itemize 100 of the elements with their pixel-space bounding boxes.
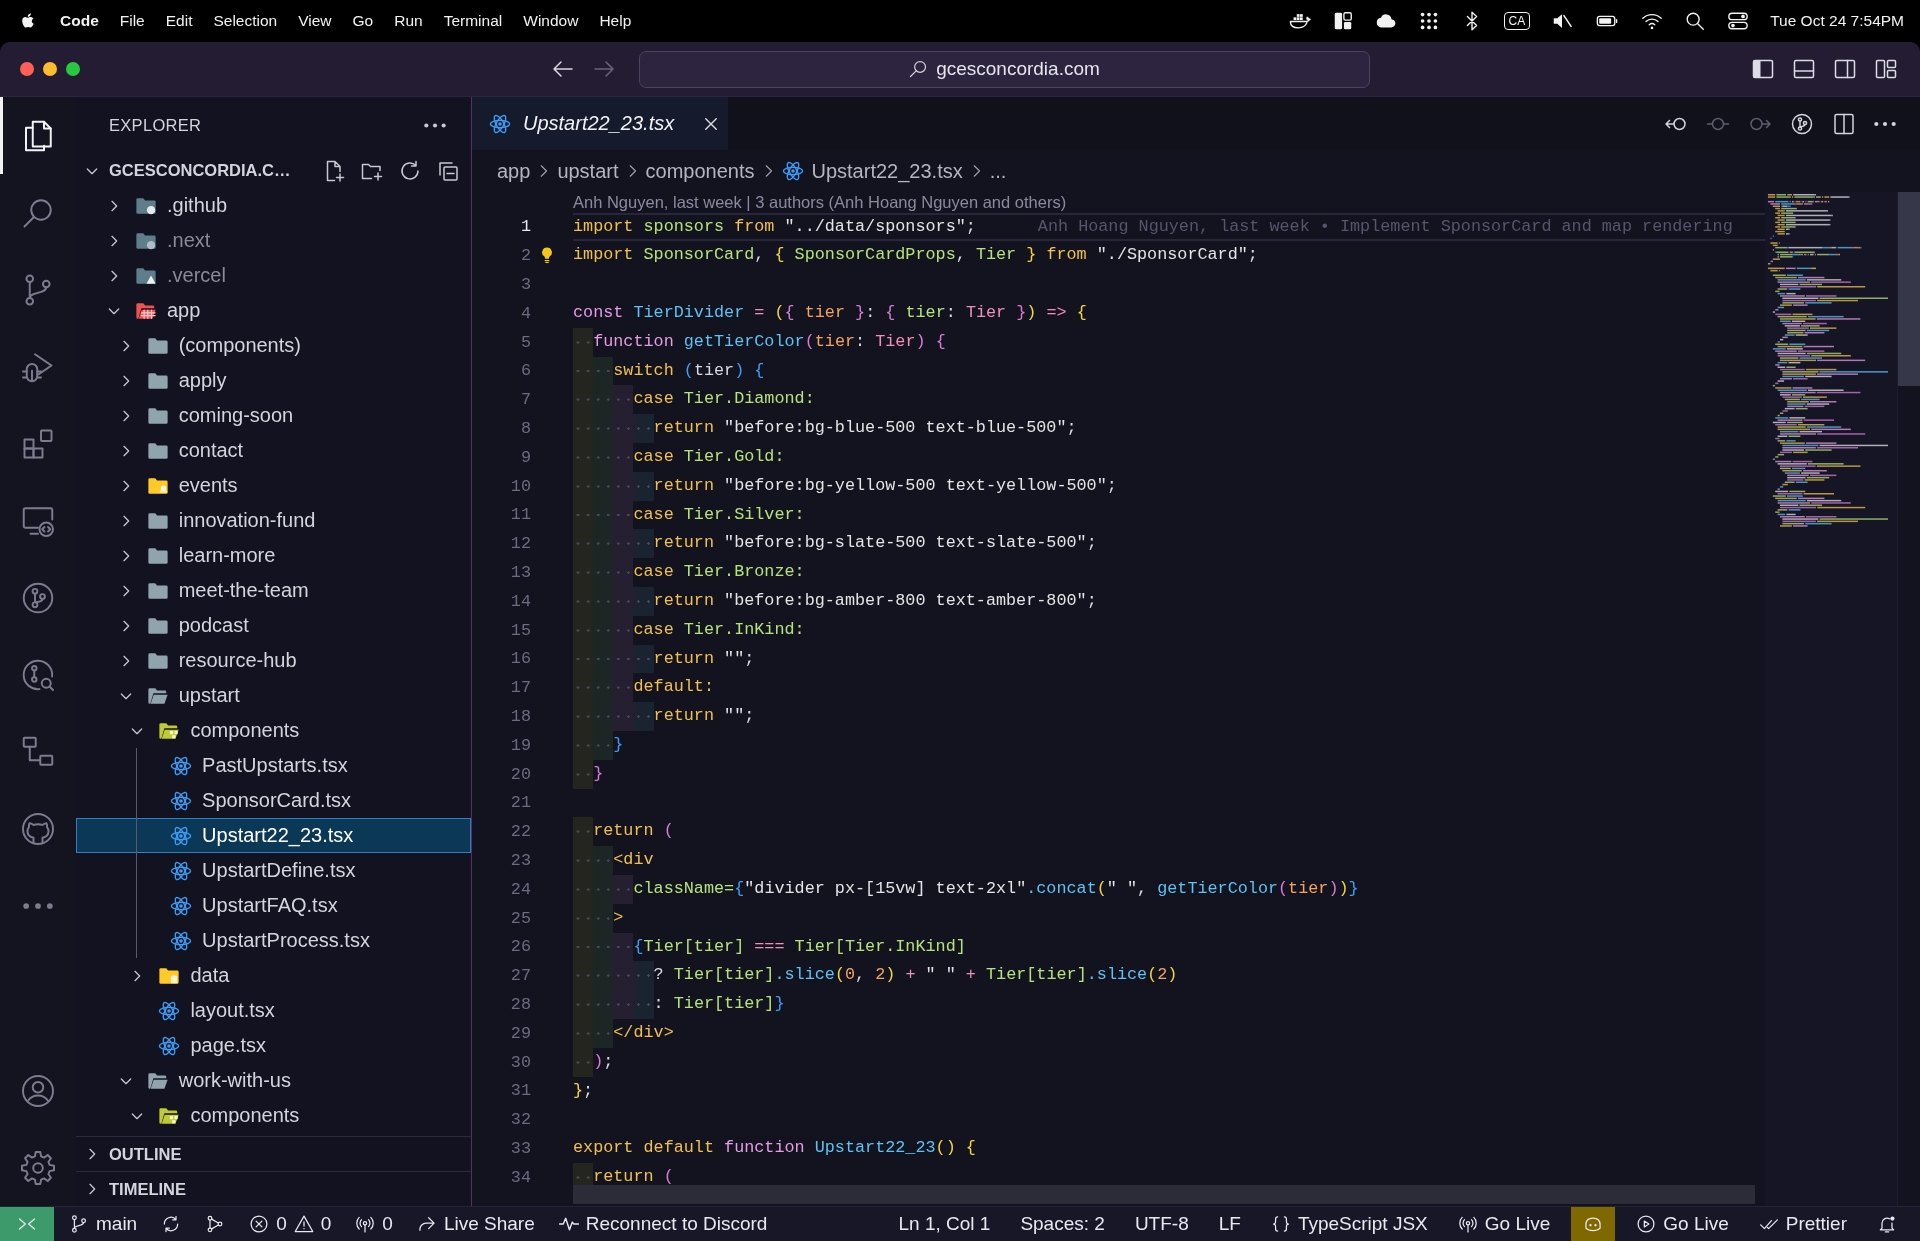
search-icon[interactable] xyxy=(1684,10,1707,32)
chevron-icon[interactable] xyxy=(110,198,118,213)
discord-button[interactable]: Reconnect to Discord xyxy=(549,1207,777,1241)
status-item[interactable] xyxy=(1571,1207,1616,1241)
menu-item[interactable]: View xyxy=(298,12,332,30)
ports-button[interactable]: 0 xyxy=(346,1207,402,1241)
menu-item[interactable]: Terminal xyxy=(443,12,503,30)
github-icon[interactable] xyxy=(20,810,56,847)
go-live-button[interactable]: Go Live xyxy=(1627,1207,1738,1241)
chevron-icon[interactable] xyxy=(121,478,130,493)
chevron-icon[interactable] xyxy=(88,1147,96,1161)
branch-circle-icon[interactable] xyxy=(1790,111,1814,136)
tree-item[interactable]: components xyxy=(76,713,471,748)
breadcrumb[interactable]: app xyxy=(497,159,531,183)
panel-toggle-icon[interactable] xyxy=(1792,57,1816,81)
tree-item[interactable]: UpstartDefine.tsx xyxy=(76,853,471,888)
breadcrumb[interactable]: upstart xyxy=(557,159,619,183)
refresh-icon[interactable] xyxy=(398,158,422,183)
tree-item[interactable]: PastUpstarts.tsx xyxy=(76,748,471,783)
menu-item[interactable]: Go xyxy=(352,12,374,30)
menu-item[interactable]: Edit xyxy=(165,12,193,30)
chevron-icon[interactable] xyxy=(121,653,130,668)
live-share-button[interactable]: Live Share xyxy=(407,1207,544,1241)
editor-tab[interactable]: Upstart22_23.tsx xyxy=(472,97,728,150)
settings-icon[interactable] xyxy=(20,1149,56,1186)
breadcrumb[interactable]: ... xyxy=(989,159,1007,183)
tree-item[interactable]: work-with-us xyxy=(76,1063,471,1098)
prettier-button[interactable]: Prettier xyxy=(1749,1207,1856,1241)
tree-item[interactable]: innovation-fund xyxy=(76,503,471,538)
tree-item[interactable]: .vercel xyxy=(76,258,471,293)
tree-item[interactable]: layout.tsx xyxy=(76,993,471,1028)
tree-item[interactable]: meet-the-team xyxy=(76,573,471,608)
more-icon[interactable] xyxy=(1874,120,1896,127)
tree-item[interactable]: UpstartProcess.tsx xyxy=(76,923,471,958)
workspace-header[interactable]: GCESCONCORDIA.C… xyxy=(76,153,471,188)
problems-button[interactable]: 0 0 xyxy=(240,1207,341,1241)
right-sidebar-toggle-icon[interactable] xyxy=(1833,57,1857,81)
breadcrumb[interactable]: components xyxy=(645,159,755,183)
chevron-icon[interactable] xyxy=(133,968,142,983)
status-item[interactable]: LF xyxy=(1209,1207,1250,1241)
scrollbar-thumb[interactable] xyxy=(1898,192,1920,386)
tree-item[interactable]: page.tsx xyxy=(76,1028,471,1063)
chevron-icon[interactable] xyxy=(121,583,130,598)
toggles-icon[interactable] xyxy=(1727,10,1750,32)
window-minimize-button[interactable] xyxy=(43,62,57,76)
status-item[interactable]: UTF-8 xyxy=(1125,1207,1198,1241)
chevron-icon[interactable] xyxy=(88,1182,96,1196)
tree-item[interactable]: app xyxy=(76,293,471,328)
menu-item[interactable]: Help xyxy=(599,12,632,30)
person-icon[interactable] xyxy=(20,1072,56,1109)
app-menu[interactable]: Code xyxy=(60,12,99,30)
chevron-icon[interactable] xyxy=(121,618,130,633)
tree-item[interactable]: Upstart22_23.tsx xyxy=(76,818,471,853)
tree-item[interactable]: components xyxy=(76,1098,471,1133)
horizontal-scrollbar[interactable] xyxy=(573,1185,1755,1204)
command-center[interactable]: gcesconcordia.com xyxy=(638,50,1370,88)
more-icon[interactable] xyxy=(424,122,446,128)
go-live-button[interactable]: Go Live xyxy=(1448,1207,1560,1241)
menu-item[interactable]: Run xyxy=(394,12,423,30)
tree-item[interactable]: events xyxy=(76,468,471,503)
chevron-icon[interactable] xyxy=(121,443,130,458)
tree-item[interactable]: UpstartFAQ.tsx xyxy=(76,888,471,923)
tree-item[interactable]: .github xyxy=(76,188,471,223)
chevron-icon[interactable] xyxy=(121,513,130,528)
tree-item[interactable]: data xyxy=(76,958,471,993)
menu-item[interactable]: File xyxy=(119,12,145,30)
tree-item[interactable]: upstart xyxy=(76,678,471,713)
window-zoom-button[interactable] xyxy=(66,62,80,76)
menu-item[interactable]: Selection xyxy=(213,12,278,30)
chevron-icon[interactable] xyxy=(121,408,130,423)
sidebar-toggle-icon[interactable] xyxy=(1751,57,1775,81)
chevron-icon[interactable] xyxy=(107,306,121,315)
tree-item[interactable]: SponsorCard.tsx xyxy=(76,783,471,818)
breadcrumb[interactable]: Upstart22_23.tsx xyxy=(781,159,963,183)
chevron-icon[interactable] xyxy=(110,268,118,283)
tree-item[interactable]: apply xyxy=(76,363,471,398)
input-source-button[interactable]: CA xyxy=(1503,12,1531,30)
tree-item[interactable]: coming-soon xyxy=(76,398,471,433)
chevron-icon[interactable] xyxy=(121,373,130,388)
chevron-icon[interactable] xyxy=(121,338,130,353)
chevron-icon[interactable] xyxy=(118,1076,133,1085)
branch-button[interactable]: main xyxy=(60,1207,147,1241)
split-editor-icon[interactable] xyxy=(1832,111,1856,136)
tree-item[interactable]: .next xyxy=(76,223,471,258)
chevron-icon[interactable] xyxy=(110,233,118,248)
layout-grid-icon[interactable] xyxy=(1874,57,1898,81)
tree-item[interactable]: podcast xyxy=(76,608,471,643)
menu-item[interactable]: Window xyxy=(523,12,579,30)
bell-icon[interactable] xyxy=(1877,1214,1897,1234)
codelens-text[interactable]: Anh Nguyen, last week | 3 authors (Anh Hoang Nguyen and others) xyxy=(573,192,1067,212)
status-item[interactable]: Ln 1, Col 1 xyxy=(889,1207,1000,1241)
chevron-icon[interactable] xyxy=(85,166,99,175)
language-button[interactable]: TypeScript JSX xyxy=(1261,1207,1437,1241)
window-close-button[interactable] xyxy=(20,62,34,76)
tree-item[interactable]: (components) xyxy=(76,328,471,363)
tree-item[interactable]: contact xyxy=(76,433,471,468)
menu-clock[interactable]: Tue Oct 24 7:54PM xyxy=(1770,12,1904,30)
status-item[interactable]: Spaces: 2 xyxy=(1011,1207,1114,1241)
tree-item[interactable]: resource-hub xyxy=(76,643,471,678)
chevron-icon[interactable] xyxy=(130,1111,145,1120)
